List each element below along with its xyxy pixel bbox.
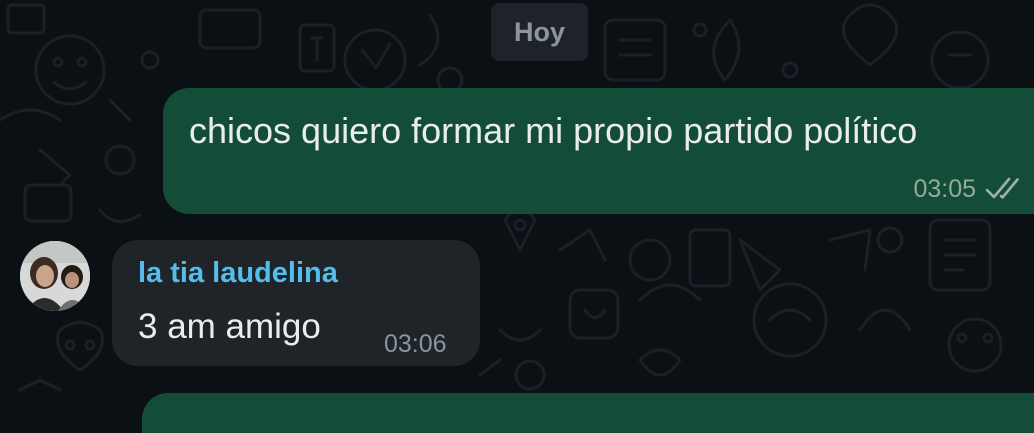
incoming-message-bubble[interactable]: la tia laudelina 3 am amigo 03:06 [112,240,480,366]
avatar[interactable] [20,241,90,311]
outgoing-message-bubble[interactable]: chicos quiero formar mi propio partido p… [163,88,1034,214]
message-timestamp: 03:05 [913,175,976,203]
contact-photo-icon [20,241,90,311]
message-timestamp: 03:06 [384,330,447,358]
sender-name[interactable]: la tia laudelina [138,257,338,290]
double-check-icon [985,177,1019,199]
message-text: chicos quiero formar mi propio partido p… [189,110,918,151]
date-separator: Hoy [491,3,588,61]
outgoing-message-bubble-partial[interactable] [142,393,1034,433]
message-text: 3 am amigo [138,307,321,346]
